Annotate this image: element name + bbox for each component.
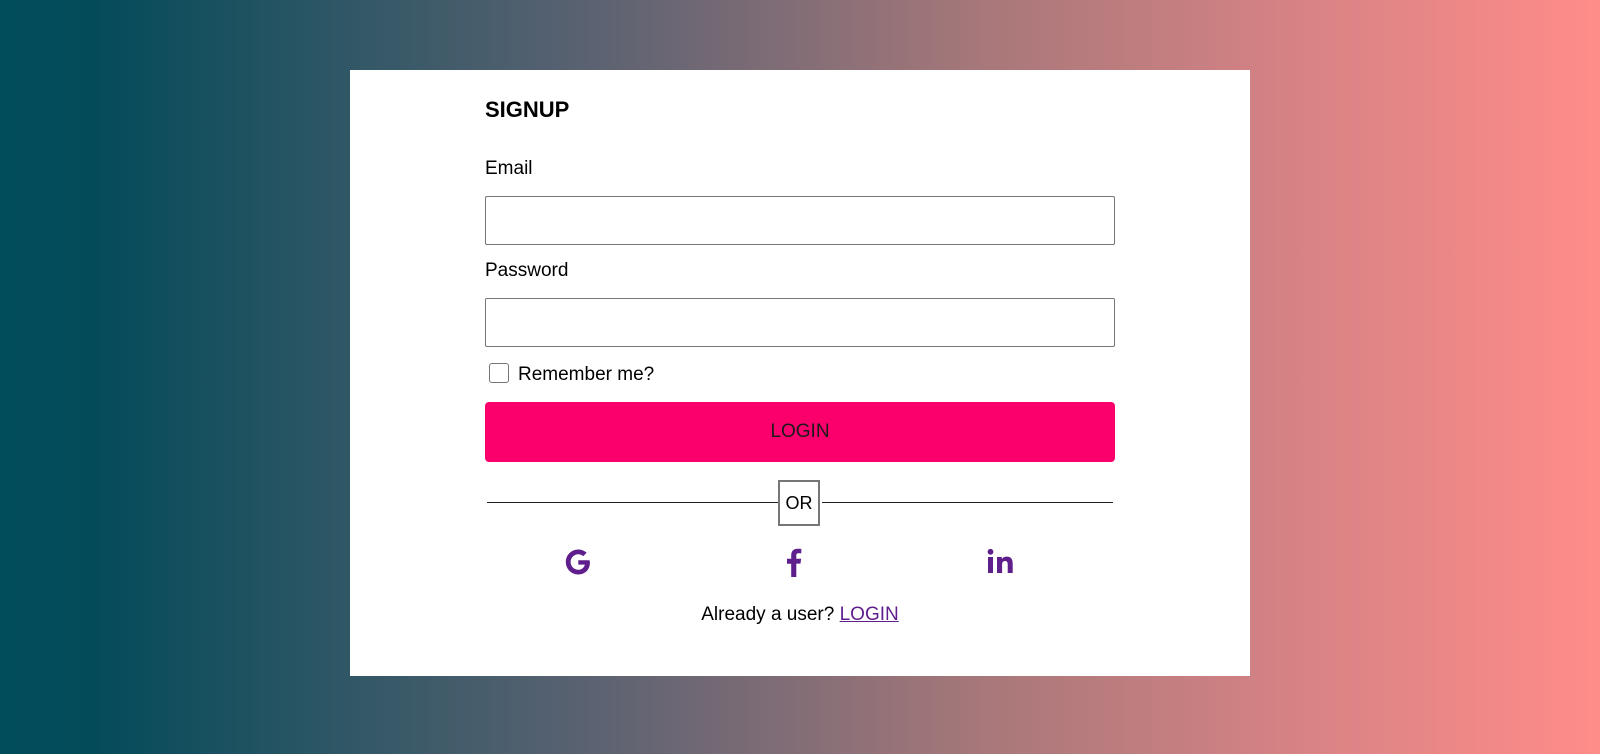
signup-card: SIGNUP Email Password Remember me? LOGIN… [350,70,1250,676]
divider-line-right [822,502,1113,503]
linkedin-icon [987,548,1013,573]
or-label: OR [778,480,820,526]
or-divider: OR [487,480,1113,528]
remember-me[interactable]: Remember me? [489,360,654,386]
password-label: Password [485,260,569,281]
remember-me-checkbox[interactable] [489,363,509,383]
google-signin-button[interactable] [560,544,596,580]
remember-me-label: Remember me? [518,364,655,385]
linkedin-signin-button[interactable] [983,544,1019,580]
login-button[interactable]: LOGIN [485,402,1115,462]
email-field[interactable] [485,196,1115,245]
password-field[interactable] [485,298,1115,347]
google-icon [565,549,590,575]
page-title: SIGNUP [485,97,570,122]
facebook-signin-button[interactable] [776,544,812,580]
facebook-icon [787,548,802,577]
divider-line-left [487,502,778,503]
email-label: Email [485,158,533,179]
login-link[interactable]: LOGIN [840,604,899,625]
already-user-prompt: Already a user? [701,604,835,625]
already-user-text: Already a user? LOGIN [485,604,1115,626]
